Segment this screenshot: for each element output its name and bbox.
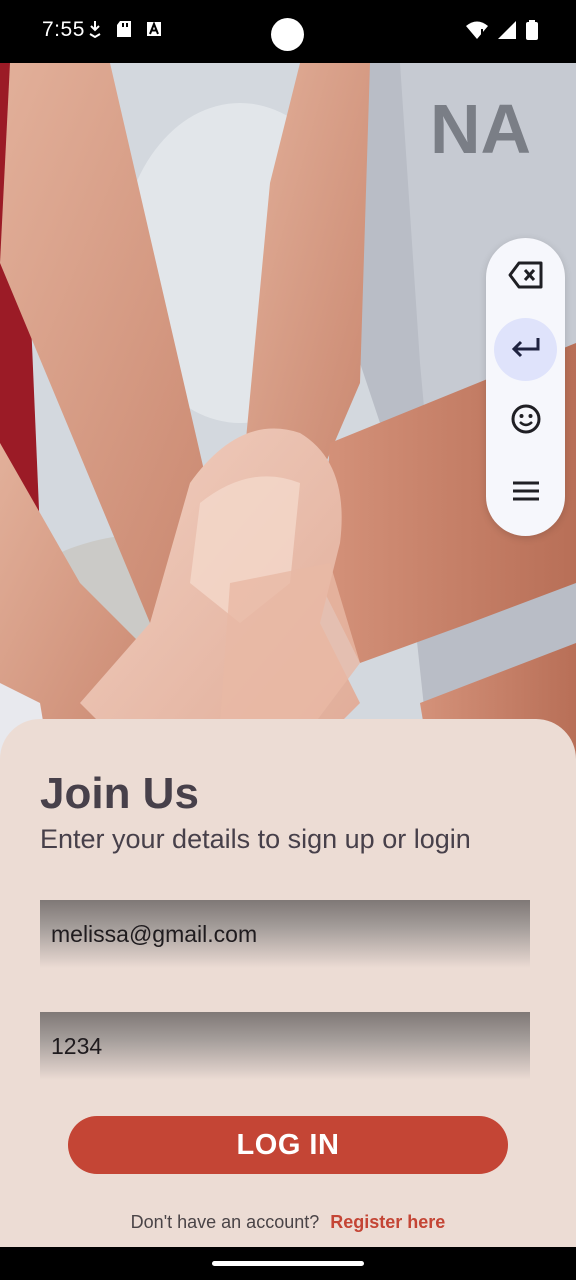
password-field[interactable]	[40, 1012, 530, 1080]
page-title: Join Us	[40, 769, 199, 818]
status-time: 7:55	[42, 18, 85, 41]
signal-icon	[498, 21, 516, 44]
backspace-icon	[508, 261, 544, 294]
svg-text:NA: NA	[430, 90, 531, 168]
status-icons-left	[88, 20, 162, 43]
enter-icon	[511, 336, 541, 363]
sd-card-icon	[116, 20, 132, 43]
login-card: Join Us Enter your details to sign up or…	[0, 719, 576, 1247]
keyboard-a-icon	[146, 21, 162, 42]
status-bar: 7:55	[0, 0, 576, 63]
backspace-button[interactable]	[494, 246, 557, 309]
wifi-icon	[466, 21, 488, 44]
page-subtitle: Enter your details to sign up or login	[40, 824, 471, 854]
floating-keyboard-toolbar	[486, 238, 565, 536]
status-icons-right	[466, 20, 538, 45]
menu-icon	[512, 481, 540, 506]
camera-cutout	[271, 18, 304, 51]
register-link[interactable]: Register here	[330, 1212, 445, 1232]
battery-icon	[526, 20, 538, 45]
email-field[interactable]	[40, 900, 530, 968]
login-button[interactable]: LOG IN	[68, 1116, 508, 1174]
navigation-bar	[0, 1247, 576, 1280]
register-row: Don't have an account? Register here	[0, 1212, 576, 1233]
no-account-text: Don't have an account?	[130, 1212, 320, 1232]
emoji-button[interactable]	[494, 390, 557, 453]
home-gesture-handle[interactable]	[212, 1261, 364, 1266]
emoji-icon	[511, 404, 541, 439]
keyboard-menu-button[interactable]	[494, 462, 557, 525]
enter-button[interactable]	[494, 318, 557, 381]
download-icon	[88, 20, 102, 43]
